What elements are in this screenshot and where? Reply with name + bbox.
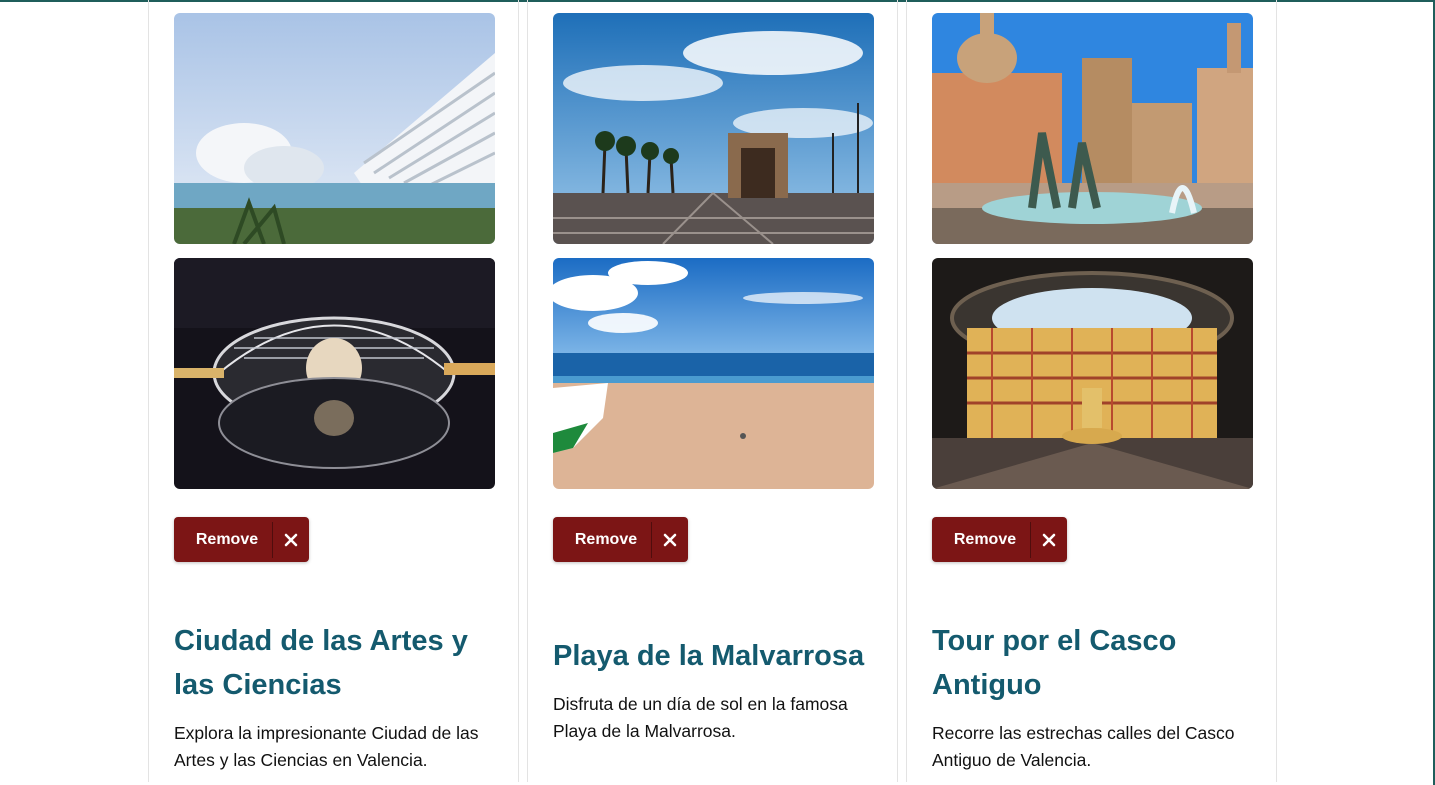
activity-cards: Remove Ciudad de las Artes y las Ciencia… [148,0,1278,782]
remove-button-label: Remove [574,530,638,548]
remove-button[interactable]: Remove [553,517,688,562]
card-photo [932,13,1253,244]
activity-card: Remove Tour por el Casco Antiguo Recorre… [906,0,1277,782]
card-description: Recorre las estrechas calles del Casco A… [932,723,1235,770]
card-photo [553,13,874,244]
card-photo [553,258,874,489]
card-title: Playa de la Malvarrosa [553,640,865,672]
close-icon [652,533,688,547]
card-title: Ciudad de las Artes y las Ciencias [174,625,468,701]
card-photo [932,258,1253,489]
card-title: Tour por el Casco Antiguo [932,625,1177,701]
close-icon [1031,533,1067,547]
remove-button-label: Remove [195,530,259,548]
card-photo [174,258,495,489]
remove-button[interactable]: Remove [932,517,1067,562]
activity-card: Remove Ciudad de las Artes y las Ciencia… [148,0,519,782]
close-icon [273,533,309,547]
remove-button-label: Remove [953,530,1017,548]
card-description: Explora la impresionante Ciudad de las A… [174,723,479,770]
activity-card: Remove Playa de la Malvarrosa Disfruta d… [527,0,898,782]
remove-button[interactable]: Remove [174,517,309,562]
card-description: Disfruta de un día de sol en la famosa P… [553,694,848,741]
card-photo [174,13,495,244]
